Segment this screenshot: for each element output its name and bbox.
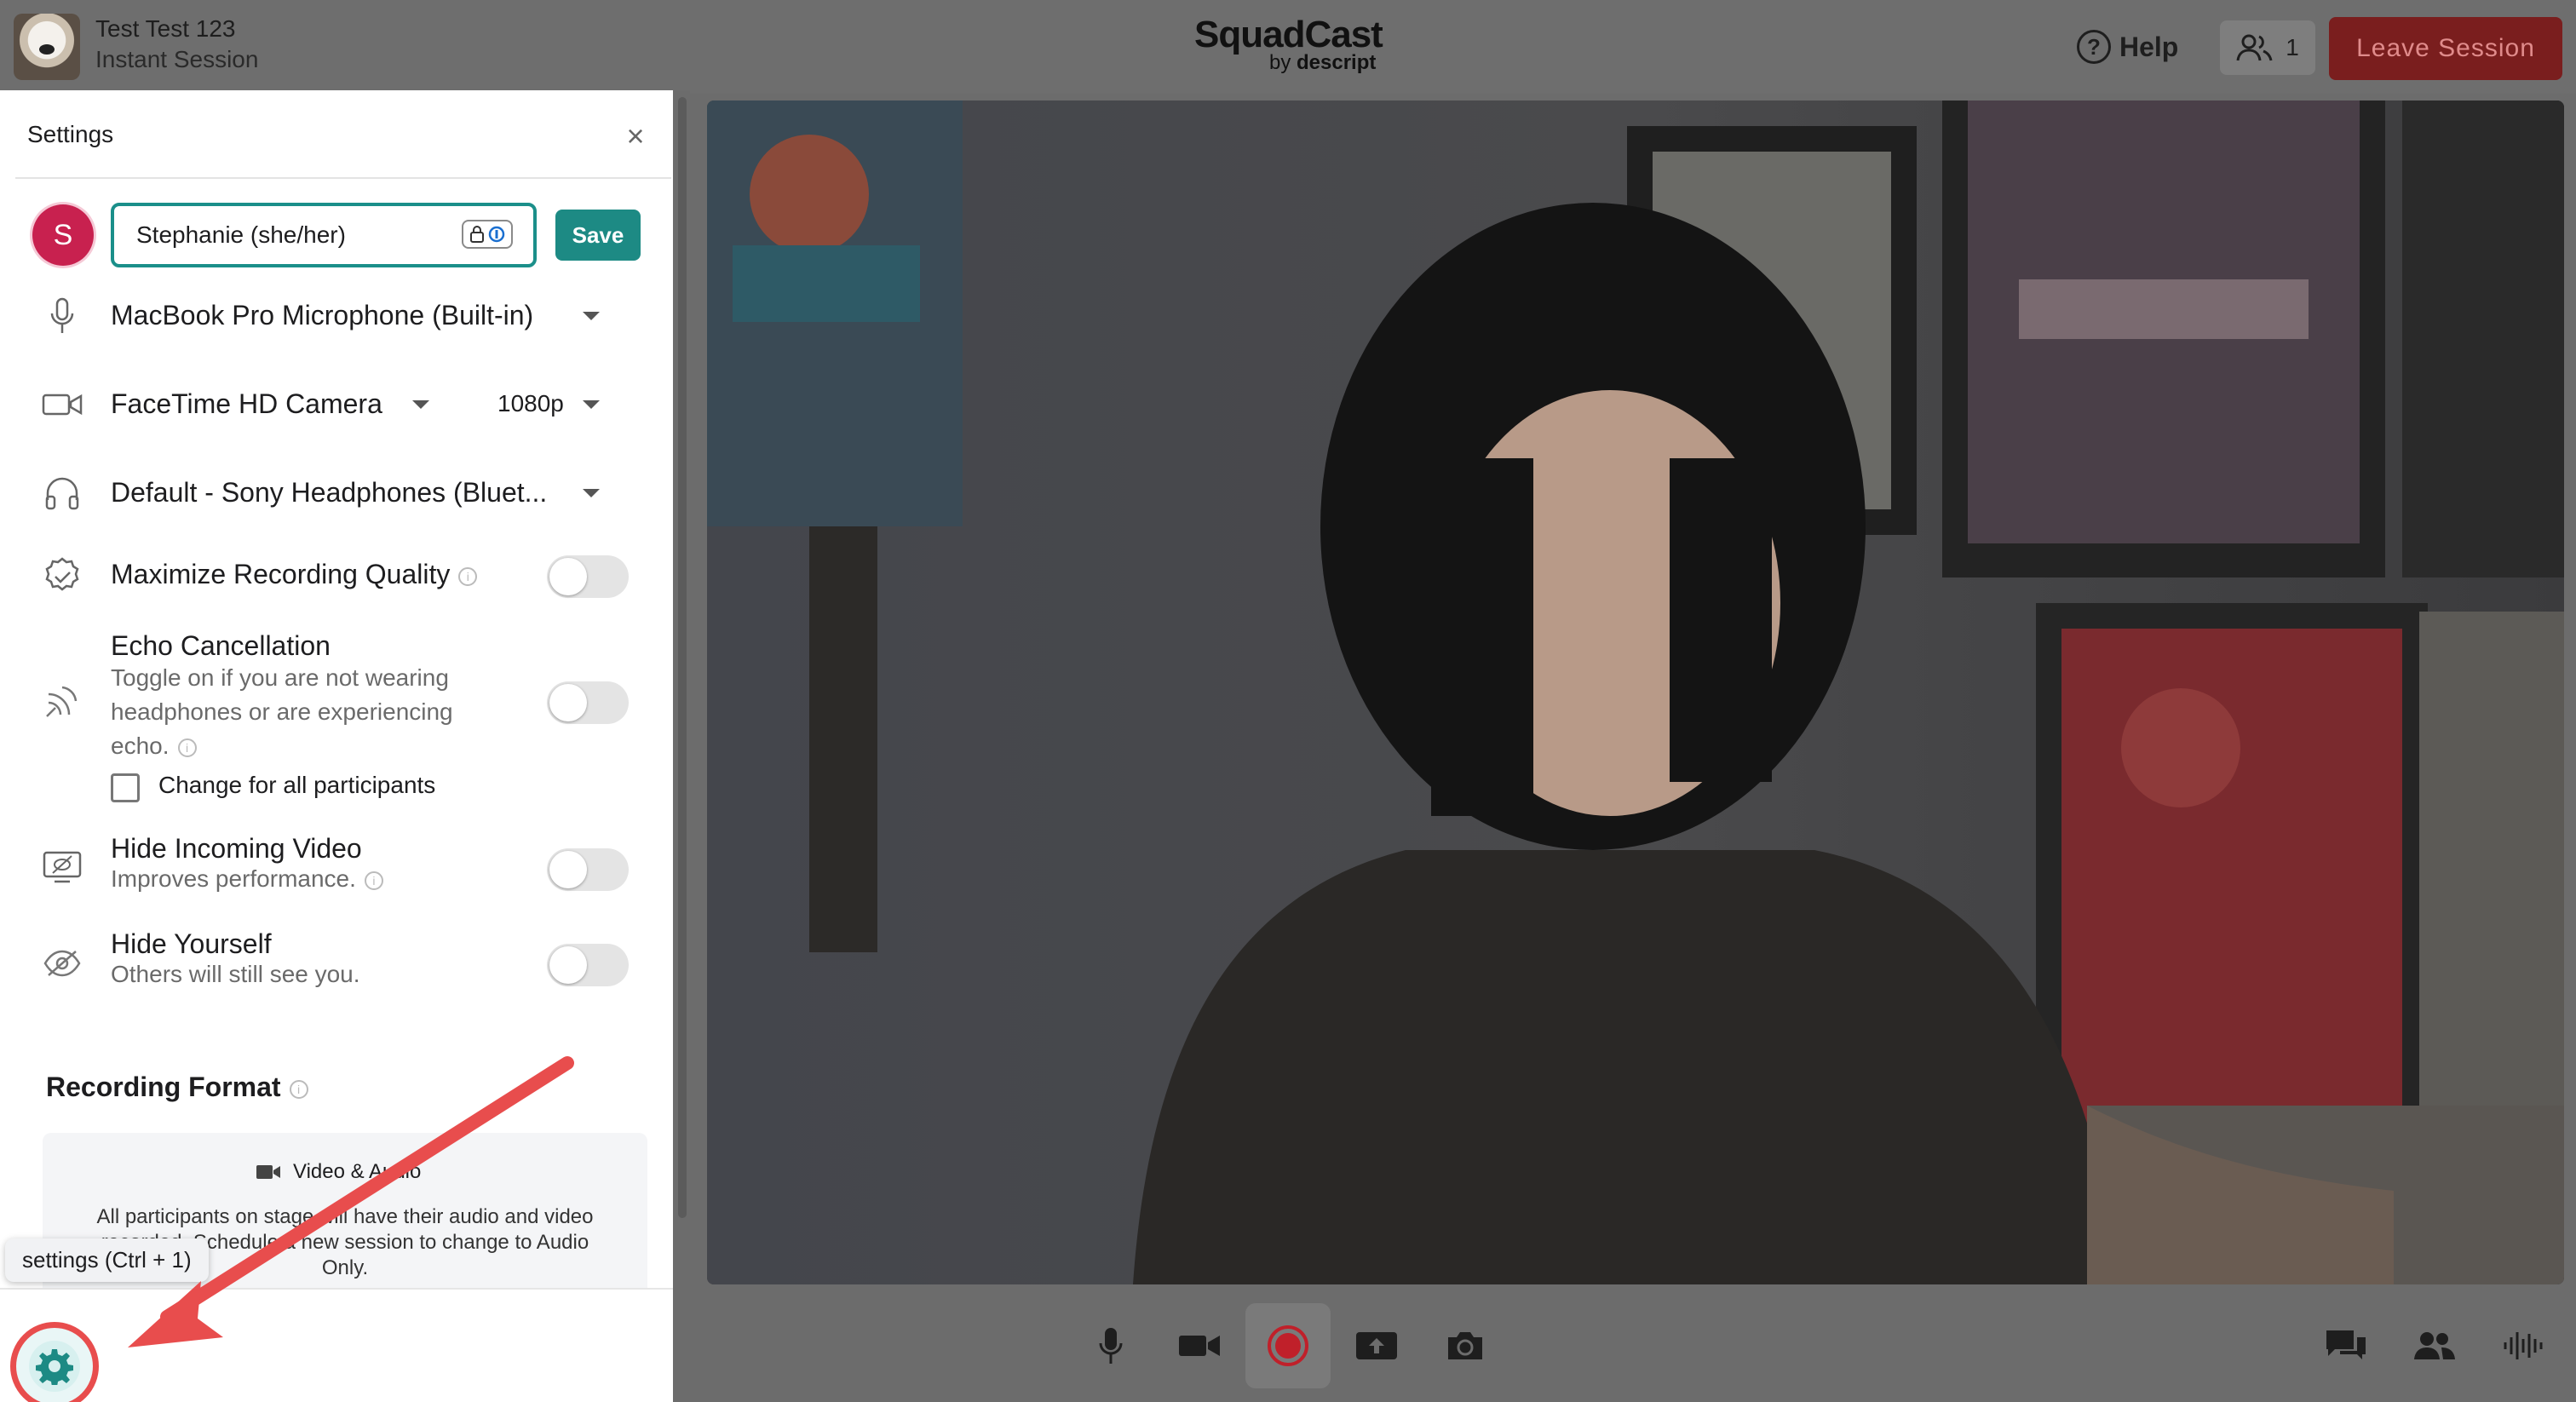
hide-self-toggle[interactable] (547, 944, 629, 986)
video-feed (707, 101, 2564, 1284)
hide-video-desc-text: Improves performance. (111, 865, 356, 892)
chat-icon (2326, 1330, 2366, 1359)
participants-count: 1 (2286, 34, 2299, 60)
panel-footer (0, 1288, 673, 1402)
info-icon[interactable]: i (177, 738, 197, 757)
camera-row-icon (39, 382, 85, 428)
hide-video-icon (43, 851, 82, 883)
hide-self-description: Others will still see you. (111, 961, 360, 987)
camera-select[interactable]: FaceTime HD Camera (111, 388, 382, 420)
microphone-select[interactable]: MacBook Pro Microphone (Built-in) (111, 300, 533, 331)
participants-icon (2236, 34, 2273, 61)
snapshot-icon (1448, 1332, 1482, 1359)
session-name: Test Test 123 (95, 15, 236, 42)
info-icon[interactable]: i (364, 871, 383, 890)
speaker-select[interactable]: Default - Sony Headphones (Bluet... (111, 477, 547, 509)
echo-description: Toggle on if you are not wearing headpho… (111, 661, 503, 763)
speaker-row-icon (39, 470, 85, 516)
recording-format-title: Recording Format i (46, 1072, 308, 1103)
camera-button[interactable] (1172, 1319, 1227, 1373)
microphone-icon (50, 297, 74, 333)
session-type: Instant Session (95, 46, 259, 72)
brand-sub-name: descript (1297, 51, 1377, 74)
microphone-icon (1099, 1328, 1123, 1364)
hide-video-description: Improves performance. i (111, 862, 383, 896)
help-icon: ? (2077, 30, 2111, 64)
password-manager-icon[interactable] (462, 220, 513, 249)
camera-icon (256, 1165, 280, 1179)
resolution-dropdown-caret[interactable] (583, 400, 600, 409)
change-all-label: Change for all participants (158, 772, 436, 798)
hide-video-label: Hide Incoming Video (111, 833, 362, 864)
microphone-dropdown-caret[interactable] (583, 312, 600, 320)
settings-title: Settings (27, 121, 114, 147)
camera-icon (42, 394, 83, 416)
microphone-row-icon (39, 293, 85, 339)
hide-self-row-icon (39, 940, 85, 986)
brand-logo: SquadCast (1194, 14, 1383, 55)
chat-button[interactable] (2319, 1319, 2373, 1373)
mic-button[interactable] (1084, 1319, 1138, 1373)
info-icon[interactable]: i (458, 566, 478, 586)
video-image (707, 101, 2564, 1284)
settings-header (15, 107, 671, 179)
echo-desc-text: Toggle on if you are not wearing headpho… (111, 664, 453, 759)
save-button[interactable]: Save (555, 210, 641, 261)
leave-session-button[interactable]: Leave Session (2329, 17, 2562, 80)
people-icon (2414, 1332, 2455, 1359)
share-screen-icon (1356, 1332, 1397, 1359)
people-button[interactable] (2407, 1319, 2462, 1373)
audio-levels-button[interactable] (2496, 1319, 2550, 1373)
help-label: Help (2119, 31, 2179, 62)
info-icon[interactable]: i (289, 1079, 308, 1099)
gear-icon (36, 1349, 73, 1385)
echo-label: Echo Cancellation (111, 630, 331, 661)
format-mode-label: Video & Audio (293, 1160, 422, 1183)
quality-row-icon (39, 554, 85, 600)
brand-sub-prefix: by (1269, 51, 1297, 74)
echo-row-icon (39, 678, 85, 724)
echo-toggle[interactable] (547, 681, 629, 724)
headphones-icon (45, 477, 79, 510)
camera-icon (1179, 1336, 1220, 1356)
hide-self-icon (43, 950, 81, 977)
user-avatar: S (32, 204, 94, 266)
share-screen-button[interactable] (1349, 1319, 1404, 1373)
camera-dropdown-caret[interactable] (412, 400, 429, 409)
onepassword-icon (488, 226, 505, 243)
speaker-dropdown-caret[interactable] (583, 489, 600, 497)
quality-badge-icon (45, 557, 79, 591)
settings-button[interactable] (10, 1322, 99, 1402)
change-all-checkbox[interactable] (111, 773, 140, 802)
settings-tooltip: settings (Ctrl + 1) (5, 1238, 209, 1282)
gear-icon-wrap (29, 1341, 80, 1392)
lock-icon (470, 226, 484, 243)
brand-subtitle: by descript (1269, 51, 1376, 75)
echo-icon (46, 686, 78, 717)
hide-video-row-icon (39, 843, 85, 889)
panel-scroll-thumb[interactable] (678, 97, 687, 1218)
hide-self-label: Hide Yourself (111, 928, 272, 959)
close-icon[interactable]: × (618, 121, 653, 155)
record-icon (1268, 1325, 1308, 1366)
max-quality-text: Maximize Recording Quality (111, 559, 451, 589)
max-quality-toggle[interactable] (547, 555, 629, 598)
participants-button[interactable]: 1 (2220, 20, 2315, 75)
record-button[interactable] (1261, 1319, 1315, 1373)
max-quality-label: Maximize Recording Quality i (111, 559, 478, 590)
audio-levels-icon (2504, 1332, 2543, 1359)
hide-video-toggle[interactable] (547, 848, 629, 891)
snapshot-button[interactable] (1438, 1319, 1492, 1373)
resolution-select[interactable]: 1080p (497, 390, 564, 417)
recording-format-text: Recording Format (46, 1072, 281, 1102)
recording-format-mode: Video & Audio (256, 1160, 421, 1184)
help-button[interactable]: ? Help (2077, 27, 2178, 66)
session-avatar (14, 14, 80, 80)
